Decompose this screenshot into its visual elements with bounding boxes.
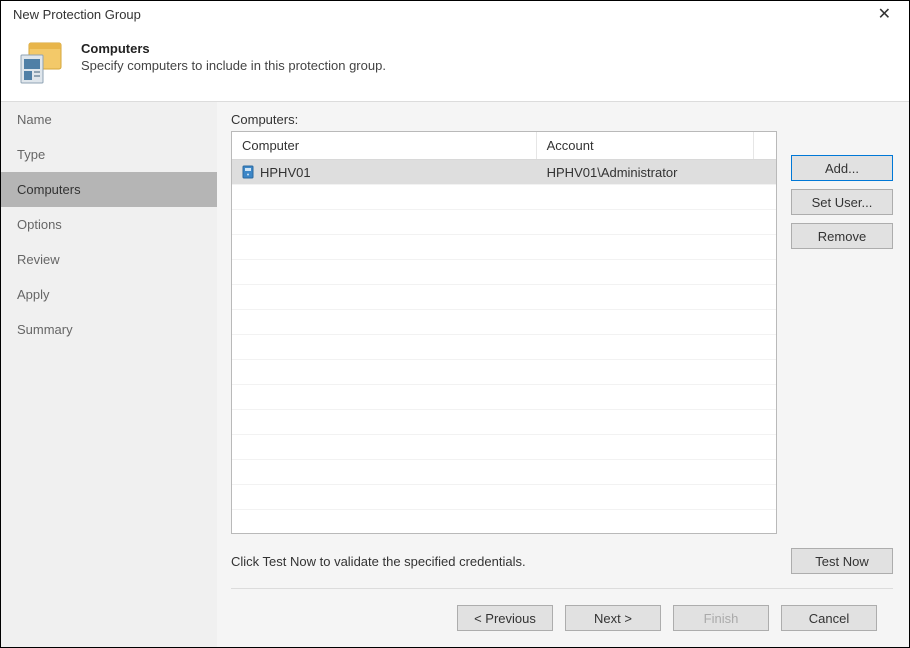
- credentials-hint: Click Test Now to validate the specified…: [231, 554, 777, 569]
- table-actions: Add... Set User... Remove: [791, 131, 893, 534]
- window-title: New Protection Group: [13, 7, 868, 22]
- next-button[interactable]: Next >: [565, 605, 661, 631]
- title-bar: New Protection Group ✕: [1, 1, 909, 27]
- table-header: Computer Account: [232, 132, 776, 160]
- finish-button: Finish: [673, 605, 769, 631]
- main-panel: Computers: Computer Account: [217, 102, 909, 647]
- computer-icon: [242, 165, 254, 179]
- computers-table: Computer Account HPHV01: [231, 131, 777, 534]
- cell-account: HPHV01\Administrator: [547, 165, 678, 180]
- test-now-button[interactable]: Test Now: [791, 548, 893, 574]
- step-computers[interactable]: Computers: [1, 172, 217, 207]
- step-options[interactable]: Options: [1, 207, 217, 242]
- wizard-footer: < Previous Next > Finish Cancel: [231, 589, 893, 647]
- cell-computer: HPHV01: [260, 165, 311, 180]
- column-account[interactable]: Account: [537, 132, 755, 159]
- previous-button[interactable]: < Previous: [457, 605, 553, 631]
- computers-label: Computers:: [231, 112, 893, 127]
- set-user-button[interactable]: Set User...: [791, 189, 893, 215]
- step-type[interactable]: Type: [1, 137, 217, 172]
- column-computer[interactable]: Computer: [232, 132, 537, 159]
- step-review[interactable]: Review: [1, 242, 217, 277]
- wizard-header: Computers Specify computers to include i…: [1, 27, 909, 101]
- column-spacer: [754, 132, 776, 159]
- remove-button[interactable]: Remove: [791, 223, 893, 249]
- table-body[interactable]: HPHV01 HPHV01\Administrator: [232, 160, 776, 533]
- close-button[interactable]: ✕: [868, 2, 901, 26]
- step-name[interactable]: Name: [1, 102, 217, 137]
- computers-icon: [19, 39, 67, 87]
- step-apply[interactable]: Apply: [1, 277, 217, 312]
- page-heading: Computers: [81, 41, 386, 56]
- page-subtitle: Specify computers to include in this pro…: [81, 58, 386, 73]
- table-row[interactable]: HPHV01 HPHV01\Administrator: [232, 160, 776, 184]
- add-button[interactable]: Add...: [791, 155, 893, 181]
- step-summary[interactable]: Summary: [1, 312, 217, 347]
- wizard-steps: Name Type Computers Options Review Apply…: [1, 102, 217, 647]
- cancel-button[interactable]: Cancel: [781, 605, 877, 631]
